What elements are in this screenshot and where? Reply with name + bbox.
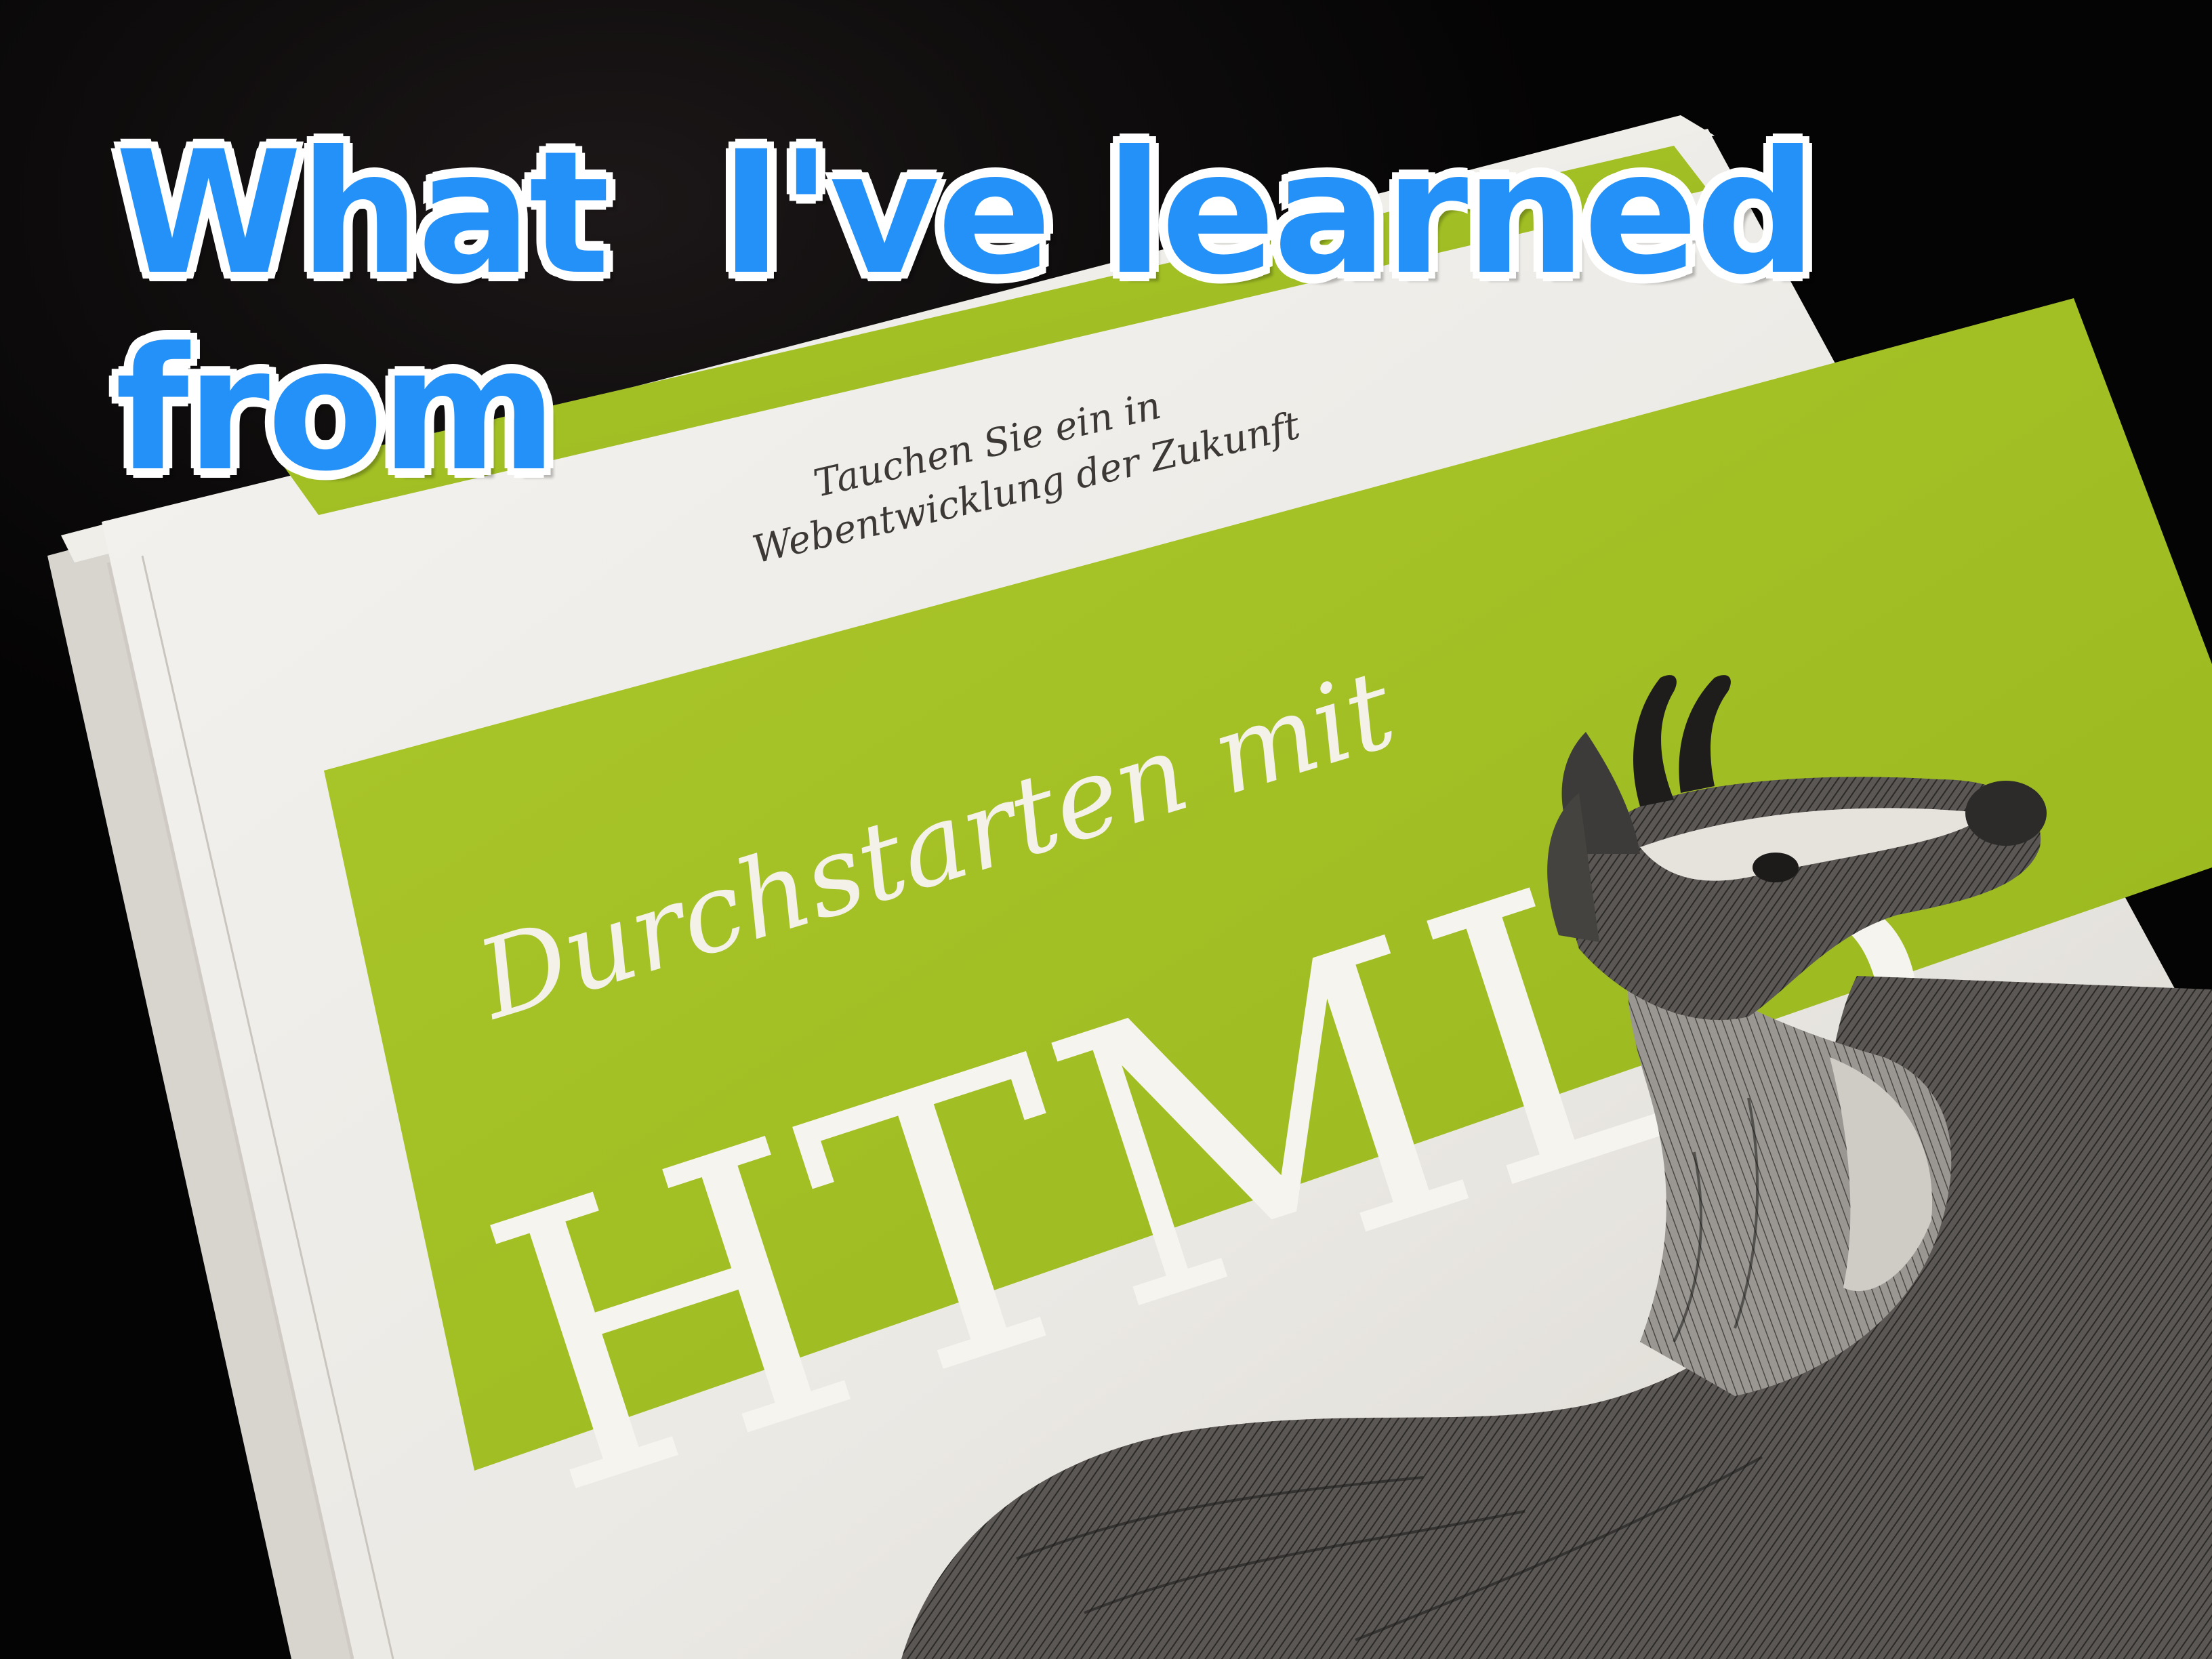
overlay-title: What I've learned from bbox=[115, 115, 1817, 508]
overlay-line-1: What I've learned bbox=[115, 115, 1817, 312]
photo-scene: Tauchen Sie ein in Webentwicklung der Zu… bbox=[0, 0, 2212, 1659]
overlay-line-2: from bbox=[115, 311, 557, 508]
